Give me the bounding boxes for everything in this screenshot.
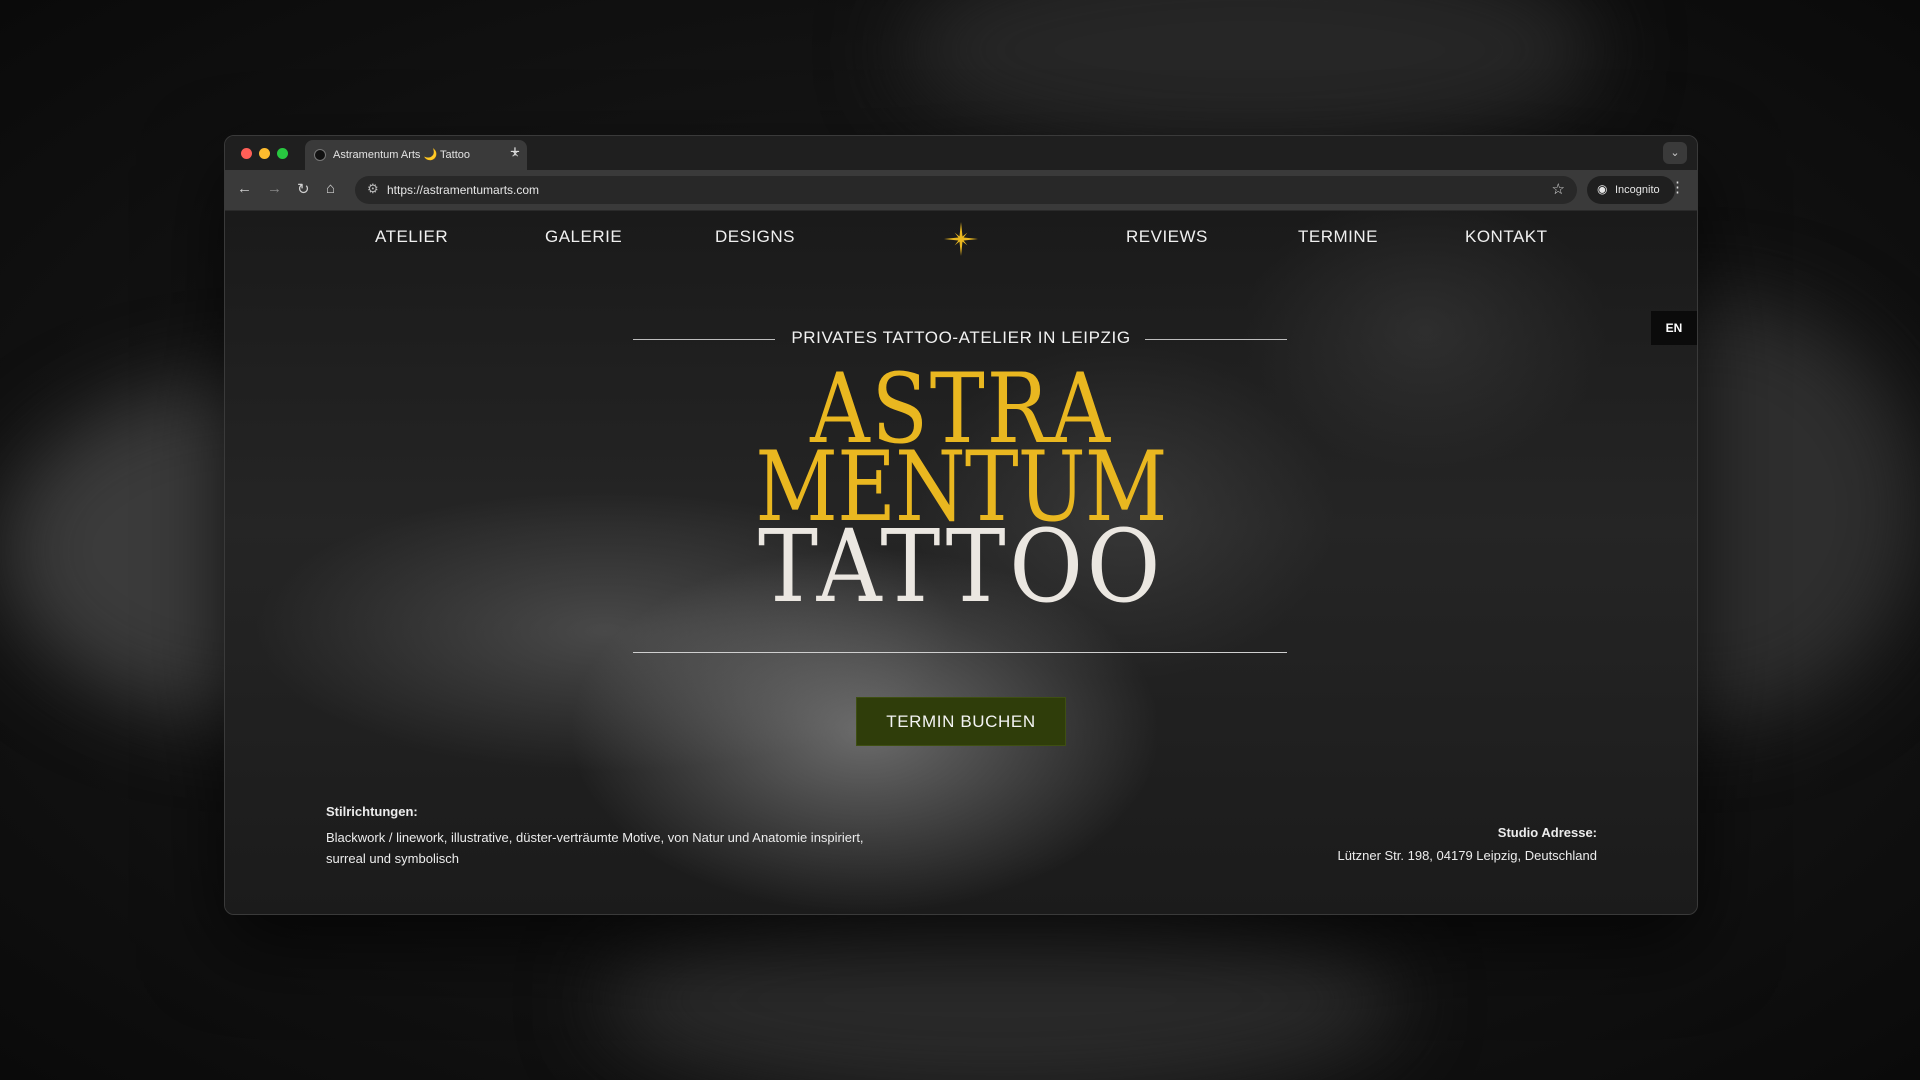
url-text[interactable]: https://astramentumarts.com <box>387 183 539 197</box>
home-icon[interactable]: ⌂ <box>326 180 335 197</box>
kicker-right-rule <box>1145 339 1287 340</box>
browser-menu-icon[interactable]: ⋮ <box>1670 178 1685 196</box>
styles-block: Stilrichtungen: Blackwork / linework, il… <box>326 804 886 869</box>
tab-bar: Astramentum Arts 🌙 Tattoo × + ⌄ <box>225 136 1697 170</box>
nav-designs[interactable]: DESIGNS <box>715 227 795 247</box>
nav-termine[interactable]: TERMINE <box>1298 227 1378 247</box>
close-window-button[interactable] <box>241 148 252 159</box>
hero-divider <box>633 652 1287 653</box>
nav-kontakt[interactable]: KONTAKT <box>1465 227 1548 247</box>
address-heading: Studio Adresse: <box>1497 825 1597 840</box>
nav-atelier[interactable]: ATELIER <box>375 227 448 247</box>
tab-title: Astramentum Arts 🌙 Tattoo <box>333 149 470 161</box>
forward-arrow-icon[interactable]: → <box>267 180 282 197</box>
book-appointment-button[interactable]: TERMIN BUCHEN <box>856 697 1066 746</box>
hero-kicker: PRIVATES TATTOO-ATELIER IN LEIPZIG <box>791 328 1131 347</box>
browser-tab[interactable]: Astramentum Arts 🌙 Tattoo × <box>305 140 527 170</box>
new-tab-button[interactable]: + <box>510 142 520 162</box>
reload-icon[interactable]: ↻ <box>297 180 310 198</box>
website-viewport: ATELIER GALERIE DESIGNS REVIEWS TERMINE … <box>225 211 1697 914</box>
styles-heading: Stilrichtungen: <box>326 804 418 819</box>
incognito-label: Incognito <box>1615 184 1660 196</box>
nav-reviews[interactable]: REVIEWS <box>1126 227 1208 247</box>
bookmark-star-icon[interactable]: ☆ <box>1552 180 1565 198</box>
address-bar[interactable]: ⚙ https://astramentumarts.com ☆ <box>355 176 1577 204</box>
incognito-badge[interactable]: ◉ Incognito <box>1587 176 1675 204</box>
tab-search-chevron-icon[interactable]: ⌄ <box>1663 142 1687 164</box>
address-block: Studio Adresse: Lützner Str. 198, 04179 … <box>1338 825 1597 863</box>
browser-toolbar: ← → ↻ ⌂ ⚙ https://astramentumarts.com ☆ … <box>225 170 1697 211</box>
browser-window: Astramentum Arts 🌙 Tattoo × + ⌄ ← → ↻ ⌂ … <box>224 135 1698 915</box>
star-logo-icon[interactable] <box>944 222 978 256</box>
minimize-window-button[interactable] <box>259 148 270 159</box>
hero-title-line-3: TATTOO <box>757 508 1165 625</box>
maximize-window-button[interactable] <box>277 148 288 159</box>
incognito-icon: ◉ <box>1597 182 1608 196</box>
back-arrow-icon[interactable]: ← <box>237 180 252 197</box>
nav-galerie[interactable]: GALERIE <box>545 227 622 247</box>
site-settings-icon[interactable]: ⚙ <box>367 181 379 197</box>
address-text: Lützner Str. 198, 04179 Leipzig, Deutsch… <box>1337 848 1597 863</box>
styles-text: Blackwork / linework, illustrative, düst… <box>326 830 864 866</box>
favicon-icon <box>314 149 326 161</box>
